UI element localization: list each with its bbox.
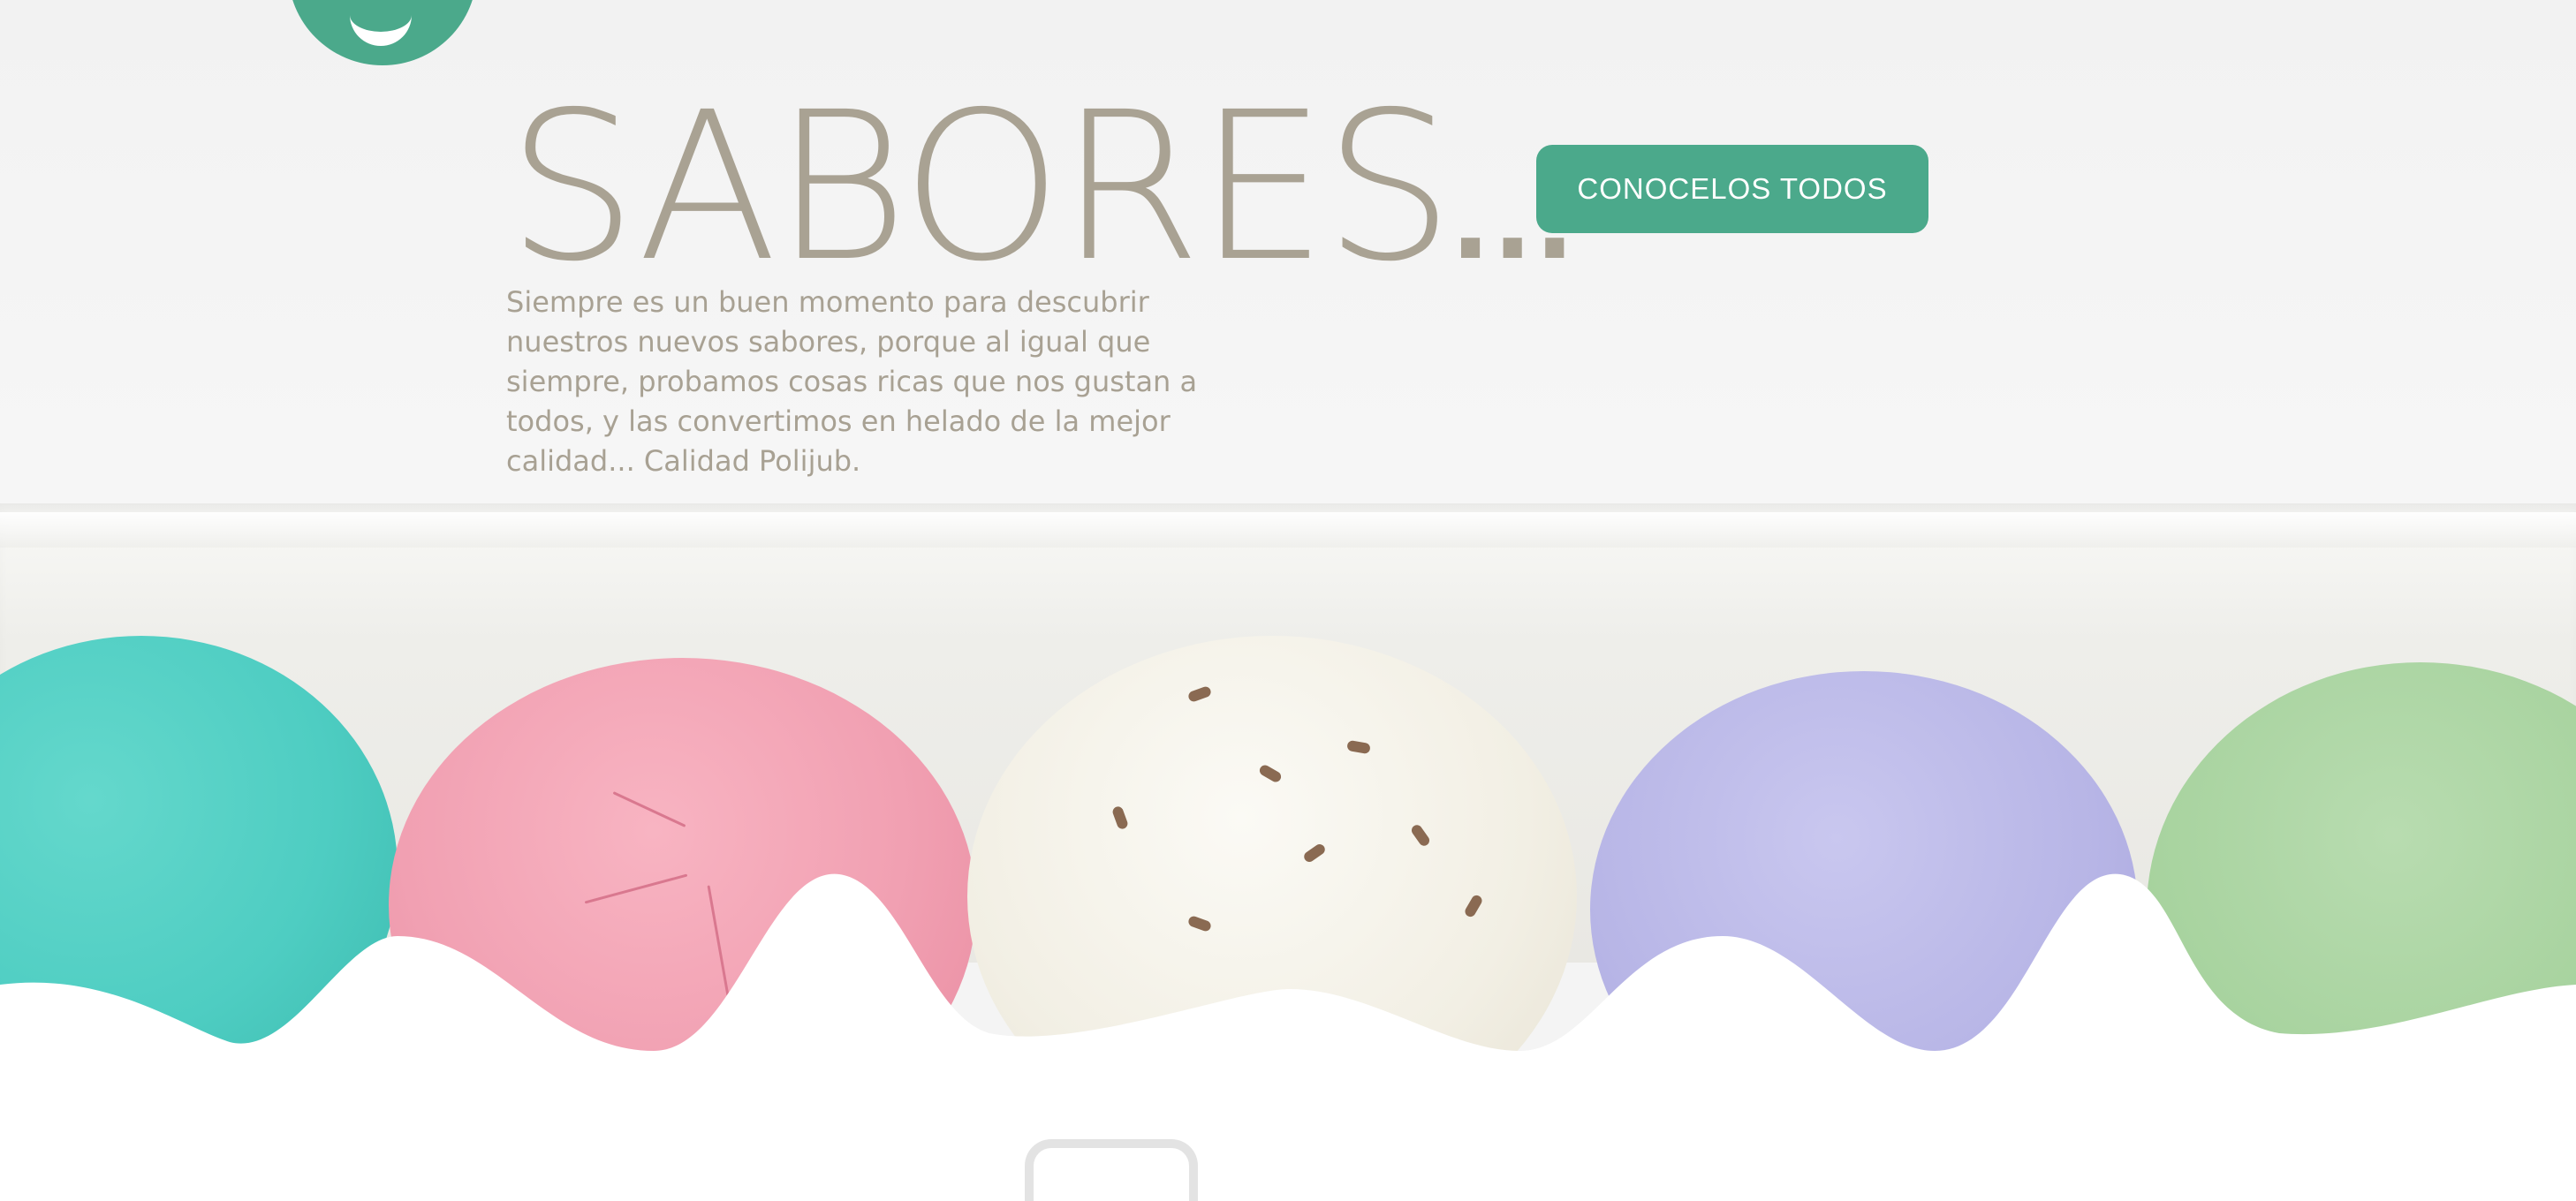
wave-shape (0, 873, 2576, 1171)
hero-section: SABORES... CONOCELOS TODOS Siempre es un… (0, 0, 2576, 1201)
tray-rim (0, 512, 2576, 548)
logo-badge-icon[interactable] (288, 0, 477, 65)
wave-divider (0, 848, 2576, 1171)
chocolate-chip (1409, 822, 1432, 849)
conocelos-todos-button[interactable]: CONOCELOS TODOS (1536, 145, 1928, 233)
chocolate-chip (1186, 684, 1213, 704)
chocolate-chip (1257, 763, 1284, 784)
chocolate-chip (1110, 804, 1130, 831)
chocolate-chip (1346, 739, 1371, 755)
title-text: SABORES (507, 68, 1454, 306)
hero-description: Siempre es un buen momento para descubri… (506, 285, 1198, 478)
logo-mark (350, 0, 412, 46)
scoop-texture (612, 791, 686, 827)
bottom-tub-icon (1025, 1139, 1198, 1201)
